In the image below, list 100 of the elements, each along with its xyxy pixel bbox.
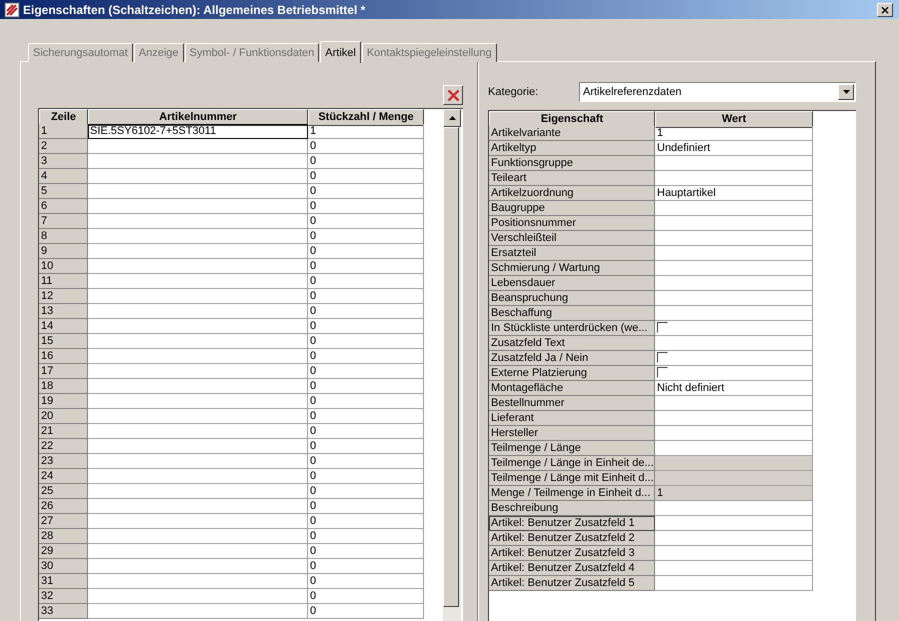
quantity-cell[interactable]: 0 xyxy=(308,289,424,304)
property-value[interactable] xyxy=(655,456,813,471)
quantity-cell[interactable]: 0 xyxy=(308,409,424,424)
tab[interactable]: Artikel xyxy=(320,41,361,63)
property-value[interactable] xyxy=(655,501,813,516)
quantity-cell[interactable]: 0 xyxy=(308,604,424,619)
property-value[interactable] xyxy=(655,561,813,576)
property-value[interactable] xyxy=(655,246,813,261)
quantity-cell[interactable]: 0 xyxy=(308,514,424,529)
article-number-cell[interactable] xyxy=(88,469,308,484)
article-number-cell[interactable] xyxy=(88,559,308,574)
property-value[interactable] xyxy=(655,156,813,171)
quantity-cell[interactable]: 0 xyxy=(308,559,424,574)
quantity-cell[interactable]: 0 xyxy=(308,379,424,394)
article-number-cell[interactable] xyxy=(88,319,308,334)
article-number-cell[interactable] xyxy=(88,574,308,589)
article-number-cell[interactable] xyxy=(88,334,308,349)
property-value[interactable] xyxy=(655,201,813,216)
property-value[interactable] xyxy=(655,276,813,291)
article-number-cell[interactable] xyxy=(88,199,308,214)
article-number-cell[interactable] xyxy=(88,184,308,199)
article-number-cell[interactable] xyxy=(88,544,308,559)
delete-button[interactable] xyxy=(443,85,463,105)
article-number-cell[interactable] xyxy=(88,169,308,184)
quantity-cell[interactable]: 0 xyxy=(308,349,424,364)
scroll-thumb[interactable] xyxy=(443,127,459,607)
property-value[interactable] xyxy=(655,576,813,591)
quantity-cell[interactable]: 0 xyxy=(308,334,424,349)
article-number-cell[interactable] xyxy=(88,349,308,364)
article-number-cell[interactable] xyxy=(88,604,308,619)
quantity-cell[interactable]: 0 xyxy=(308,469,424,484)
column-header[interactable]: Artikelnummer xyxy=(88,109,308,126)
property-value[interactable]: Nicht definiert xyxy=(655,381,813,396)
quantity-cell[interactable]: 0 xyxy=(308,394,424,409)
quantity-cell[interactable]: 0 xyxy=(308,184,424,199)
quantity-cell[interactable]: 0 xyxy=(308,229,424,244)
property-value[interactable] xyxy=(655,396,813,411)
quantity-cell[interactable]: 1 xyxy=(308,124,424,139)
article-number-cell[interactable] xyxy=(88,304,308,319)
article-number-cell[interactable] xyxy=(88,154,308,169)
quantity-cell[interactable]: 0 xyxy=(308,589,424,604)
category-dropdown[interactable]: Artikelreferenzdaten xyxy=(579,82,856,102)
article-number-cell[interactable] xyxy=(88,589,308,604)
property-value[interactable] xyxy=(655,516,813,531)
property-value[interactable] xyxy=(655,426,813,441)
quantity-cell[interactable]: 0 xyxy=(308,259,424,274)
property-value[interactable] xyxy=(655,216,813,231)
quantity-cell[interactable]: 0 xyxy=(308,454,424,469)
property-value[interactable] xyxy=(655,291,813,306)
article-number-cell[interactable] xyxy=(88,229,308,244)
article-number-cell[interactable]: SIE.5SY6102-7+5ST3011 xyxy=(88,124,308,139)
checkbox[interactable] xyxy=(657,322,668,333)
close-button[interactable]: × xyxy=(877,2,893,16)
property-value[interactable]: Undefiniert xyxy=(655,141,813,156)
quantity-cell[interactable]: 0 xyxy=(308,169,424,184)
property-value[interactable] xyxy=(655,231,813,246)
quantity-cell[interactable]: 0 xyxy=(308,574,424,589)
article-number-cell[interactable] xyxy=(88,139,308,154)
quantity-cell[interactable]: 0 xyxy=(308,304,424,319)
quantity-cell[interactable]: 0 xyxy=(308,499,424,514)
article-number-cell[interactable] xyxy=(88,214,308,229)
article-number-cell[interactable] xyxy=(88,409,308,424)
article-number-cell[interactable] xyxy=(88,364,308,379)
property-value[interactable] xyxy=(655,261,813,276)
scroll-up-icon[interactable] xyxy=(443,109,461,127)
article-number-cell[interactable] xyxy=(88,274,308,289)
quantity-cell[interactable]: 0 xyxy=(308,319,424,334)
checkbox[interactable] xyxy=(657,352,668,363)
checkbox[interactable] xyxy=(657,367,668,378)
article-number-cell[interactable] xyxy=(88,379,308,394)
property-value[interactable] xyxy=(655,171,813,186)
article-number-cell[interactable] xyxy=(88,514,308,529)
article-number-cell[interactable] xyxy=(88,484,308,499)
article-number-cell[interactable] xyxy=(88,244,308,259)
quantity-cell[interactable]: 0 xyxy=(308,424,424,439)
quantity-cell[interactable]: 0 xyxy=(308,544,424,559)
article-number-cell[interactable] xyxy=(88,529,308,544)
property-value[interactable] xyxy=(655,531,813,546)
quantity-cell[interactable]: 0 xyxy=(308,199,424,214)
article-number-cell[interactable] xyxy=(88,424,308,439)
article-number-cell[interactable] xyxy=(88,289,308,304)
article-number-cell[interactable] xyxy=(88,439,308,454)
property-value[interactable]: 1 xyxy=(655,486,813,501)
property-value[interactable] xyxy=(655,471,813,486)
quantity-cell[interactable]: 0 xyxy=(308,529,424,544)
quantity-cell[interactable]: 0 xyxy=(308,274,424,289)
quantity-cell[interactable]: 0 xyxy=(308,139,424,154)
column-header[interactable]: Stückzahl / Menge xyxy=(308,109,424,126)
quantity-cell[interactable]: 0 xyxy=(308,484,424,499)
article-number-cell[interactable] xyxy=(88,454,308,469)
quantity-cell[interactable]: 0 xyxy=(308,364,424,379)
quantity-cell[interactable]: 0 xyxy=(308,214,424,229)
article-number-cell[interactable] xyxy=(88,499,308,514)
property-value[interactable] xyxy=(655,411,813,426)
property-value[interactable]: 1 xyxy=(655,126,813,141)
column-header[interactable]: Wert xyxy=(655,111,813,128)
article-number-cell[interactable] xyxy=(88,394,308,409)
article-number-cell[interactable] xyxy=(88,259,308,274)
scrollbar[interactable] xyxy=(443,109,461,621)
property-value[interactable]: Hauptartikel xyxy=(655,186,813,201)
